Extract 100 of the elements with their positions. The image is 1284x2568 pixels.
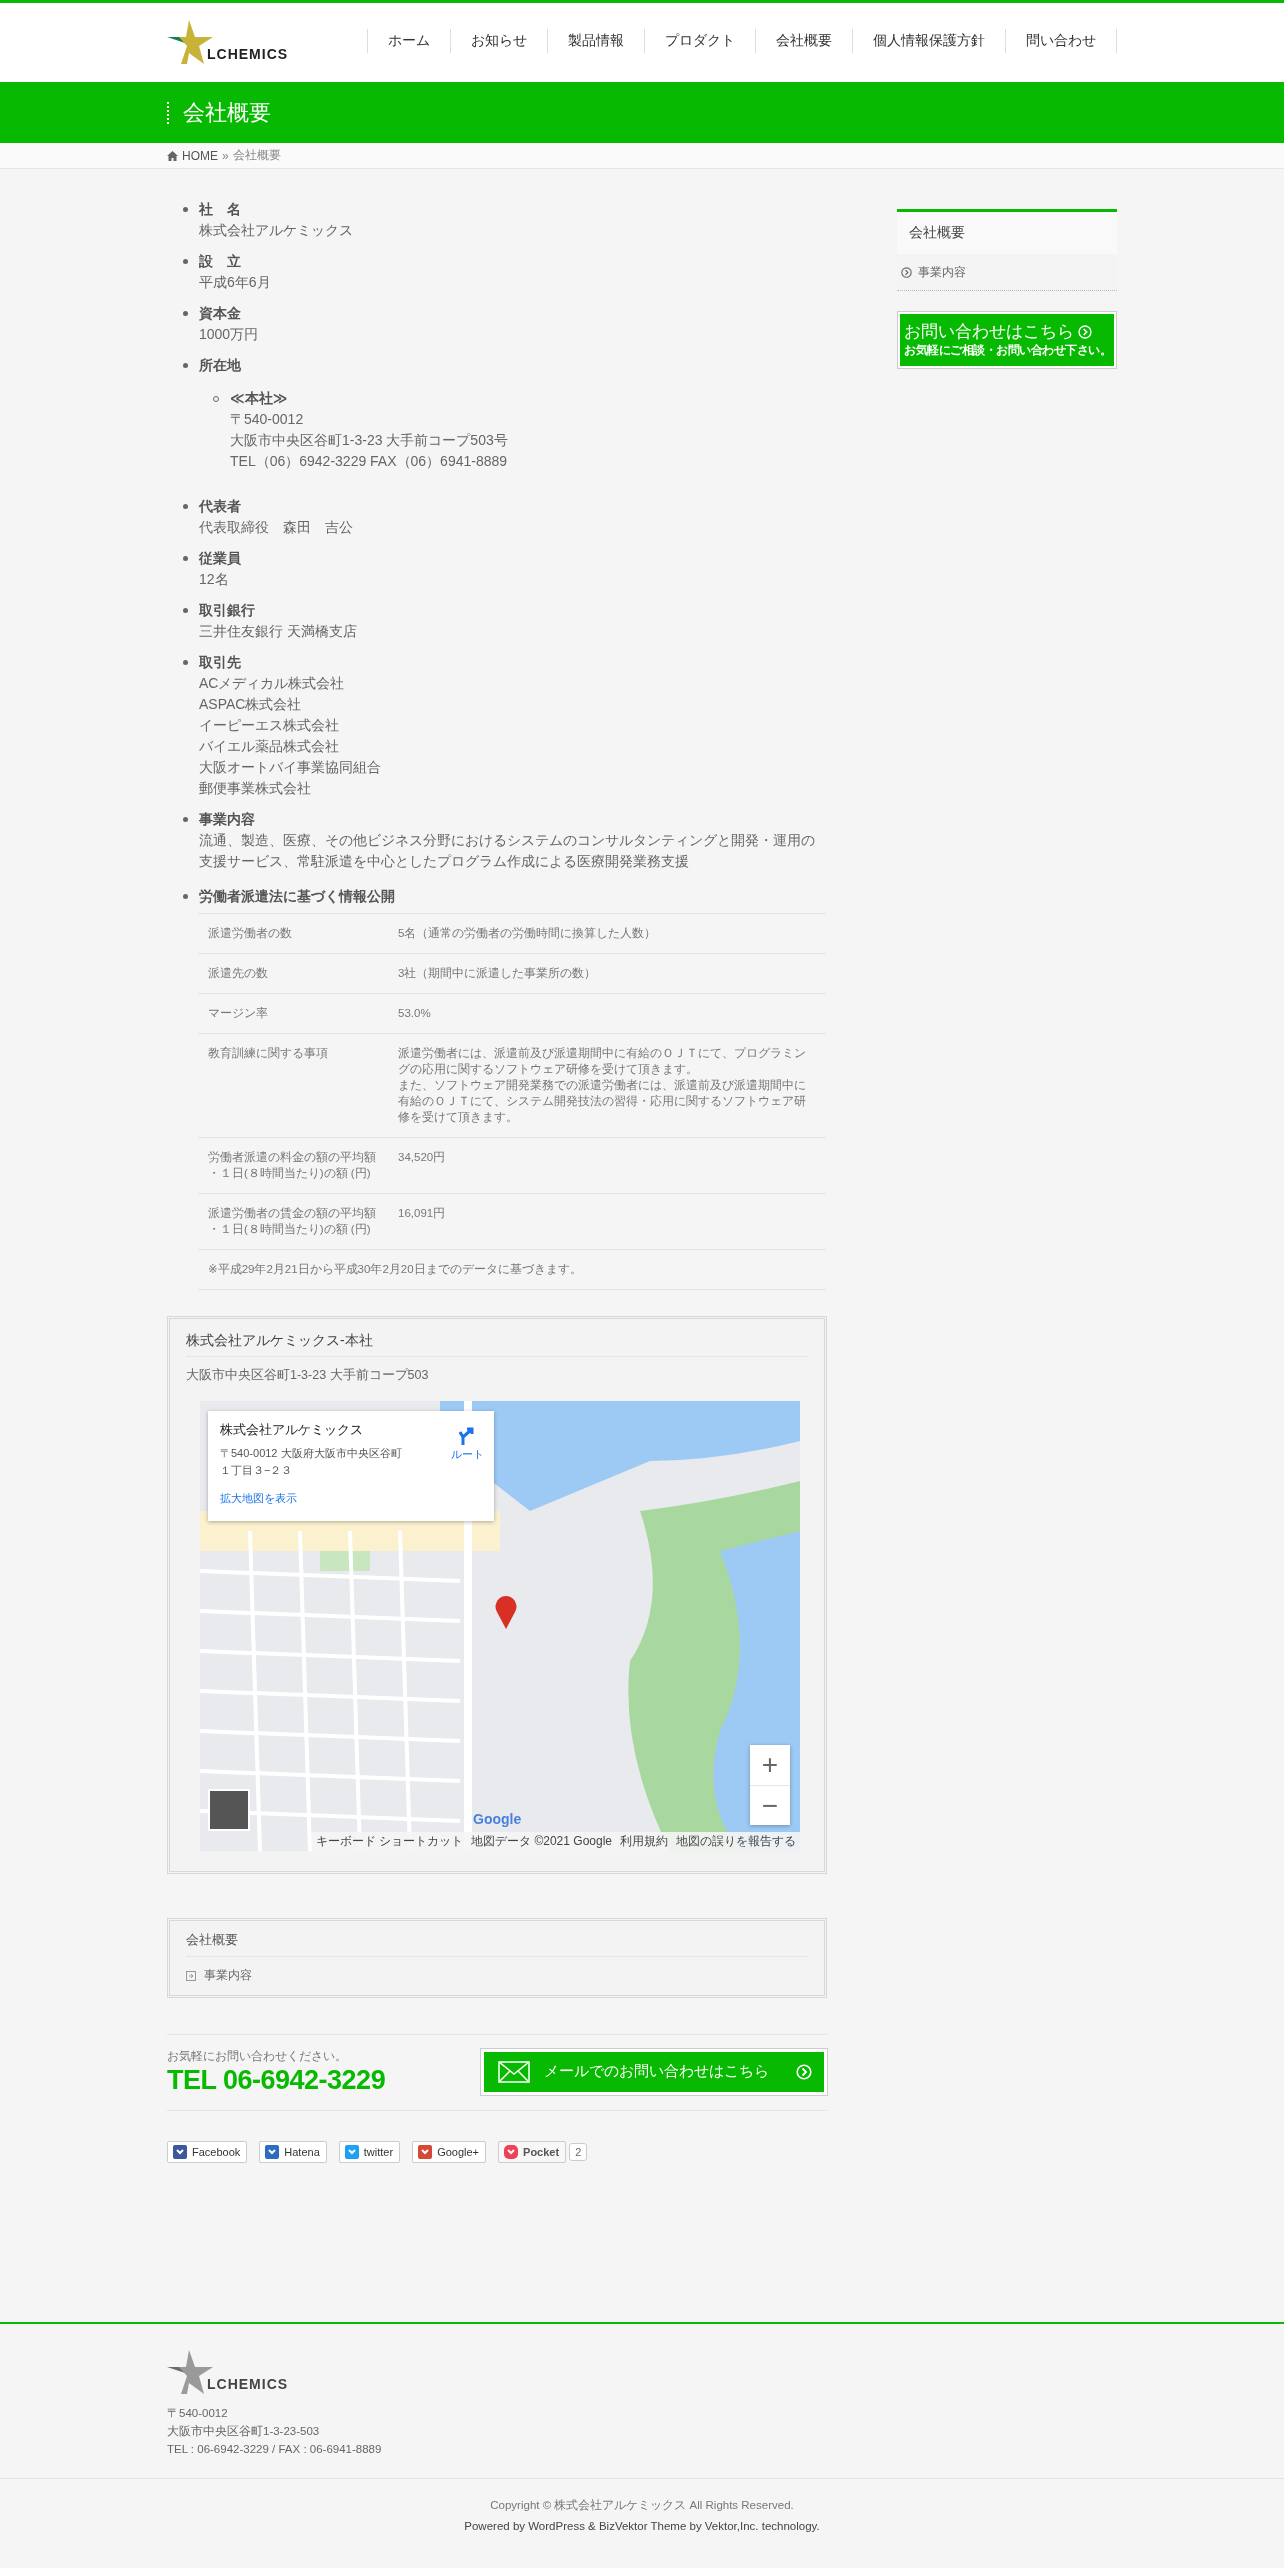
contact-note: お気軽にお問い合わせください。 (167, 2048, 348, 2065)
breadcrumb-current: 会社概要 (232, 147, 281, 164)
profile-label: 設 立 (199, 252, 242, 271)
bullet-icon (183, 608, 188, 613)
table-cell: 派遣先の数 (198, 953, 388, 994)
map-attribution-link[interactable]: 利用規約 (616, 1832, 672, 1851)
table-cell: 34,520円 (388, 1137, 826, 1194)
arrow-box-icon (186, 1970, 196, 1981)
profile-value: バイエル薬品株式会社 (199, 737, 340, 756)
phone-number: TEL 06-6942-3229 (167, 2065, 386, 2095)
map-pin-icon (494, 1593, 518, 1629)
social-icon (173, 2145, 187, 2159)
home-icon (167, 150, 178, 161)
profile-label: 取引銀行 (199, 601, 256, 620)
nav-link[interactable]: 問い合わせ (1005, 28, 1117, 53)
place-address: 〒540-0012 大阪府大阪市中央区谷町 １丁目３−２３ (220, 1446, 403, 1478)
bullet-icon (183, 259, 188, 264)
office-detail: TEL（06）6942-3229 FAX（06）6941-8889 (230, 452, 508, 471)
share-button[interactable]: Hatena (259, 2141, 327, 2163)
table-cell: 5名（通常の労働者の労働時間に換算した人数） (388, 913, 826, 954)
directions-link[interactable]: ルート (451, 1425, 484, 1462)
nav-link[interactable]: お知らせ (450, 28, 547, 53)
profile-value: 平成6年6月 (199, 273, 271, 292)
page-title: 会社概要 (167, 101, 1117, 124)
sidebar-title: 会社概要 (897, 212, 1117, 254)
copyright-text: Copyright © 株式会社アルケミックス All Rights Reserved. (489, 2498, 795, 2513)
social-icon (418, 2145, 433, 2159)
bullet-icon (183, 660, 188, 665)
map-attribution-link[interactable]: 地図データ ©2021 Google (467, 1832, 616, 1851)
profile-label: 代表者 (199, 497, 242, 516)
larger-map-link[interactable]: 拡大地図を表示 (220, 1491, 297, 1506)
table-note: ※平成29年2月21日から平成30年2月20日までのデータに基づきます。 (198, 1249, 826, 1290)
office-detail: 大阪市中央区谷町1-3-23 大手前コープ503号 (230, 431, 508, 450)
share-count: 2 (569, 2143, 588, 2161)
map-logo: Google (473, 1811, 522, 1827)
profile-label: 取引先 (199, 653, 242, 672)
envelope-icon (498, 2060, 530, 2083)
circle-arrow-icon (901, 267, 912, 278)
widget-link[interactable]: 事業内容 (204, 1968, 252, 1983)
bullet-icon (183, 894, 188, 899)
map-card-title: 株式会社アルケミックス-本社 (186, 1329, 808, 1357)
profile-value: 代表取締役 森田 吉公 (199, 518, 353, 537)
zoom-out-button[interactable]: − (750, 1785, 790, 1825)
bullet-icon (183, 817, 188, 822)
section-heading: 労働者派遣法に基づく情報公開 (199, 887, 395, 906)
footer-address: TEL : 06-6942-3229 / FAX : 06-6941-8889 (167, 2442, 383, 2457)
profile-label: 事業内容 (199, 810, 256, 829)
powered-by-text: Powered by WordPress & BizVektor Theme by Vektor,Inc. technology. (463, 2519, 821, 2534)
map-attribution-link[interactable]: キーボード ショートカット (311, 1832, 468, 1851)
nav-link[interactable]: 製品情報 (547, 28, 644, 53)
logo-text[interactable]: LCHEMICS (207, 45, 289, 62)
profile-value: 三井住友銀行 天満橋支店 (199, 622, 357, 641)
table-cell: マージン率 (198, 993, 388, 1034)
nav-link[interactable]: プロダクト (644, 28, 755, 53)
nav-link[interactable]: 会社概要 (755, 28, 852, 53)
profile-value: 郵便事業株式会社 (199, 779, 312, 798)
table-cell: 教育訓練に関する事項 (198, 1033, 388, 1138)
share-button[interactable]: Pocket (498, 2141, 567, 2163)
social-icon (265, 2145, 280, 2159)
bullet-icon (183, 311, 188, 316)
banner-title: お問い合わせはこちら (904, 321, 1074, 343)
directions-icon (458, 1425, 477, 1445)
table-cell: 労働者派遣の料金の額の平均額 ・１日(８時間当たり)の額 (円) (198, 1137, 388, 1194)
banner-subtitle: お気軽にご相談・お問い合わせ下さい。 (904, 343, 1110, 358)
footer-address: 大阪市中央区谷町1-3-23-503 (167, 2424, 321, 2439)
profile-value: ASPAC株式会社 (199, 695, 303, 714)
nav-link[interactable]: ホーム (367, 28, 450, 53)
table-cell: 16,091円 (388, 1193, 826, 1250)
bullet-icon (183, 363, 188, 368)
bullet-icon (183, 556, 188, 561)
table-cell: 派遣労働者の賃金の額の平均額 ・１日(８時間当たり)の額 (円) (198, 1193, 388, 1250)
table-cell: 53.0% (388, 993, 826, 1034)
profile-value: イーピーエス株式会社 (199, 716, 340, 735)
profile-label: 社 名 (199, 200, 242, 219)
logo-text[interactable]: LCHEMICS (207, 2376, 289, 2392)
share-button[interactable]: twitter (338, 2141, 401, 2163)
share-button[interactable]: Google+ (412, 2141, 487, 2163)
profile-value: 株式会社アルケミックス (199, 221, 353, 240)
breadcrumb-home-link[interactable]: HOME (182, 148, 218, 163)
profile-value: 12名 (199, 570, 230, 589)
bullet-icon (183, 504, 188, 509)
profile-label: 従業員 (199, 549, 241, 568)
profile-value: ACメディカル株式会社 (199, 674, 346, 693)
nav-link[interactable]: 個人情報保護方針 (852, 28, 1005, 53)
footer-address: 〒540-0012 (167, 2406, 229, 2421)
satellite-thumbnail[interactable] (208, 1789, 250, 1831)
table-cell: 3社（期間中に派遣した事業所の数） (388, 953, 826, 994)
table-cell: 派遣労働者には、派遣前及び派遣期間中に有給のＯＪＴにて、プログラミングの応用に関するソフトウェア研修を受けて頂きます。 また、ソフトウェア開発業務での派遣労働者には、派遣前及び派遣期間中に有給のＯＪＴにて、システム開発技法の習得・応用に関するソフトウェア研修を受けて頂きます。 (388, 1033, 826, 1138)
office-detail: 〒540-0012 (230, 410, 305, 429)
breadcrumb-separator: » (222, 148, 229, 163)
bullet-icon (183, 207, 188, 212)
widget-title: 会社概要 (186, 1931, 808, 1957)
share-button[interactable]: Facebook (167, 2141, 248, 2163)
social-icon (344, 2145, 359, 2159)
office-label: ≪本社≫ (230, 389, 289, 408)
sidebar-link[interactable]: 事業内容 (918, 265, 966, 280)
zoom-in-button[interactable]: + (750, 1745, 790, 1785)
map-attribution-link[interactable]: 地図の誤りを報告する (672, 1832, 800, 1851)
profile-value: 1000万円 (199, 325, 259, 344)
profile-value: 流通、製造、医療、その他ビジネス分野におけるシステムのコンサルタンティングと開発・運用の支援サービス、常駐派遣を中心としたプログラム作成による医療開発業務支援 (199, 831, 816, 871)
